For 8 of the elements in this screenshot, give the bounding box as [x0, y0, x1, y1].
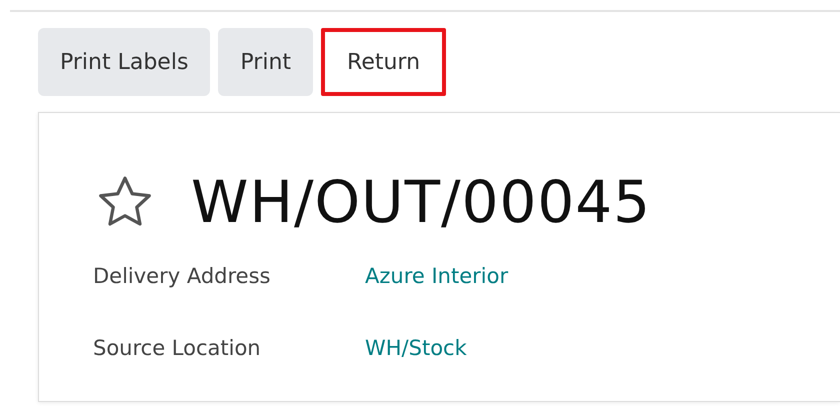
toolbar-button[interactable]: Return — [321, 28, 446, 96]
field-link[interactable]: WH/Stock — [365, 336, 467, 360]
field-link[interactable]: Azure Interior — [365, 264, 508, 288]
toolbar-button[interactable]: Print Labels — [38, 28, 210, 96]
toolbar-button[interactable]: Print — [218, 28, 314, 96]
record-title: WH/OUT/00045 — [191, 168, 652, 236]
field-label: Delivery Address — [93, 264, 272, 288]
field-label: Source Location — [93, 336, 262, 360]
